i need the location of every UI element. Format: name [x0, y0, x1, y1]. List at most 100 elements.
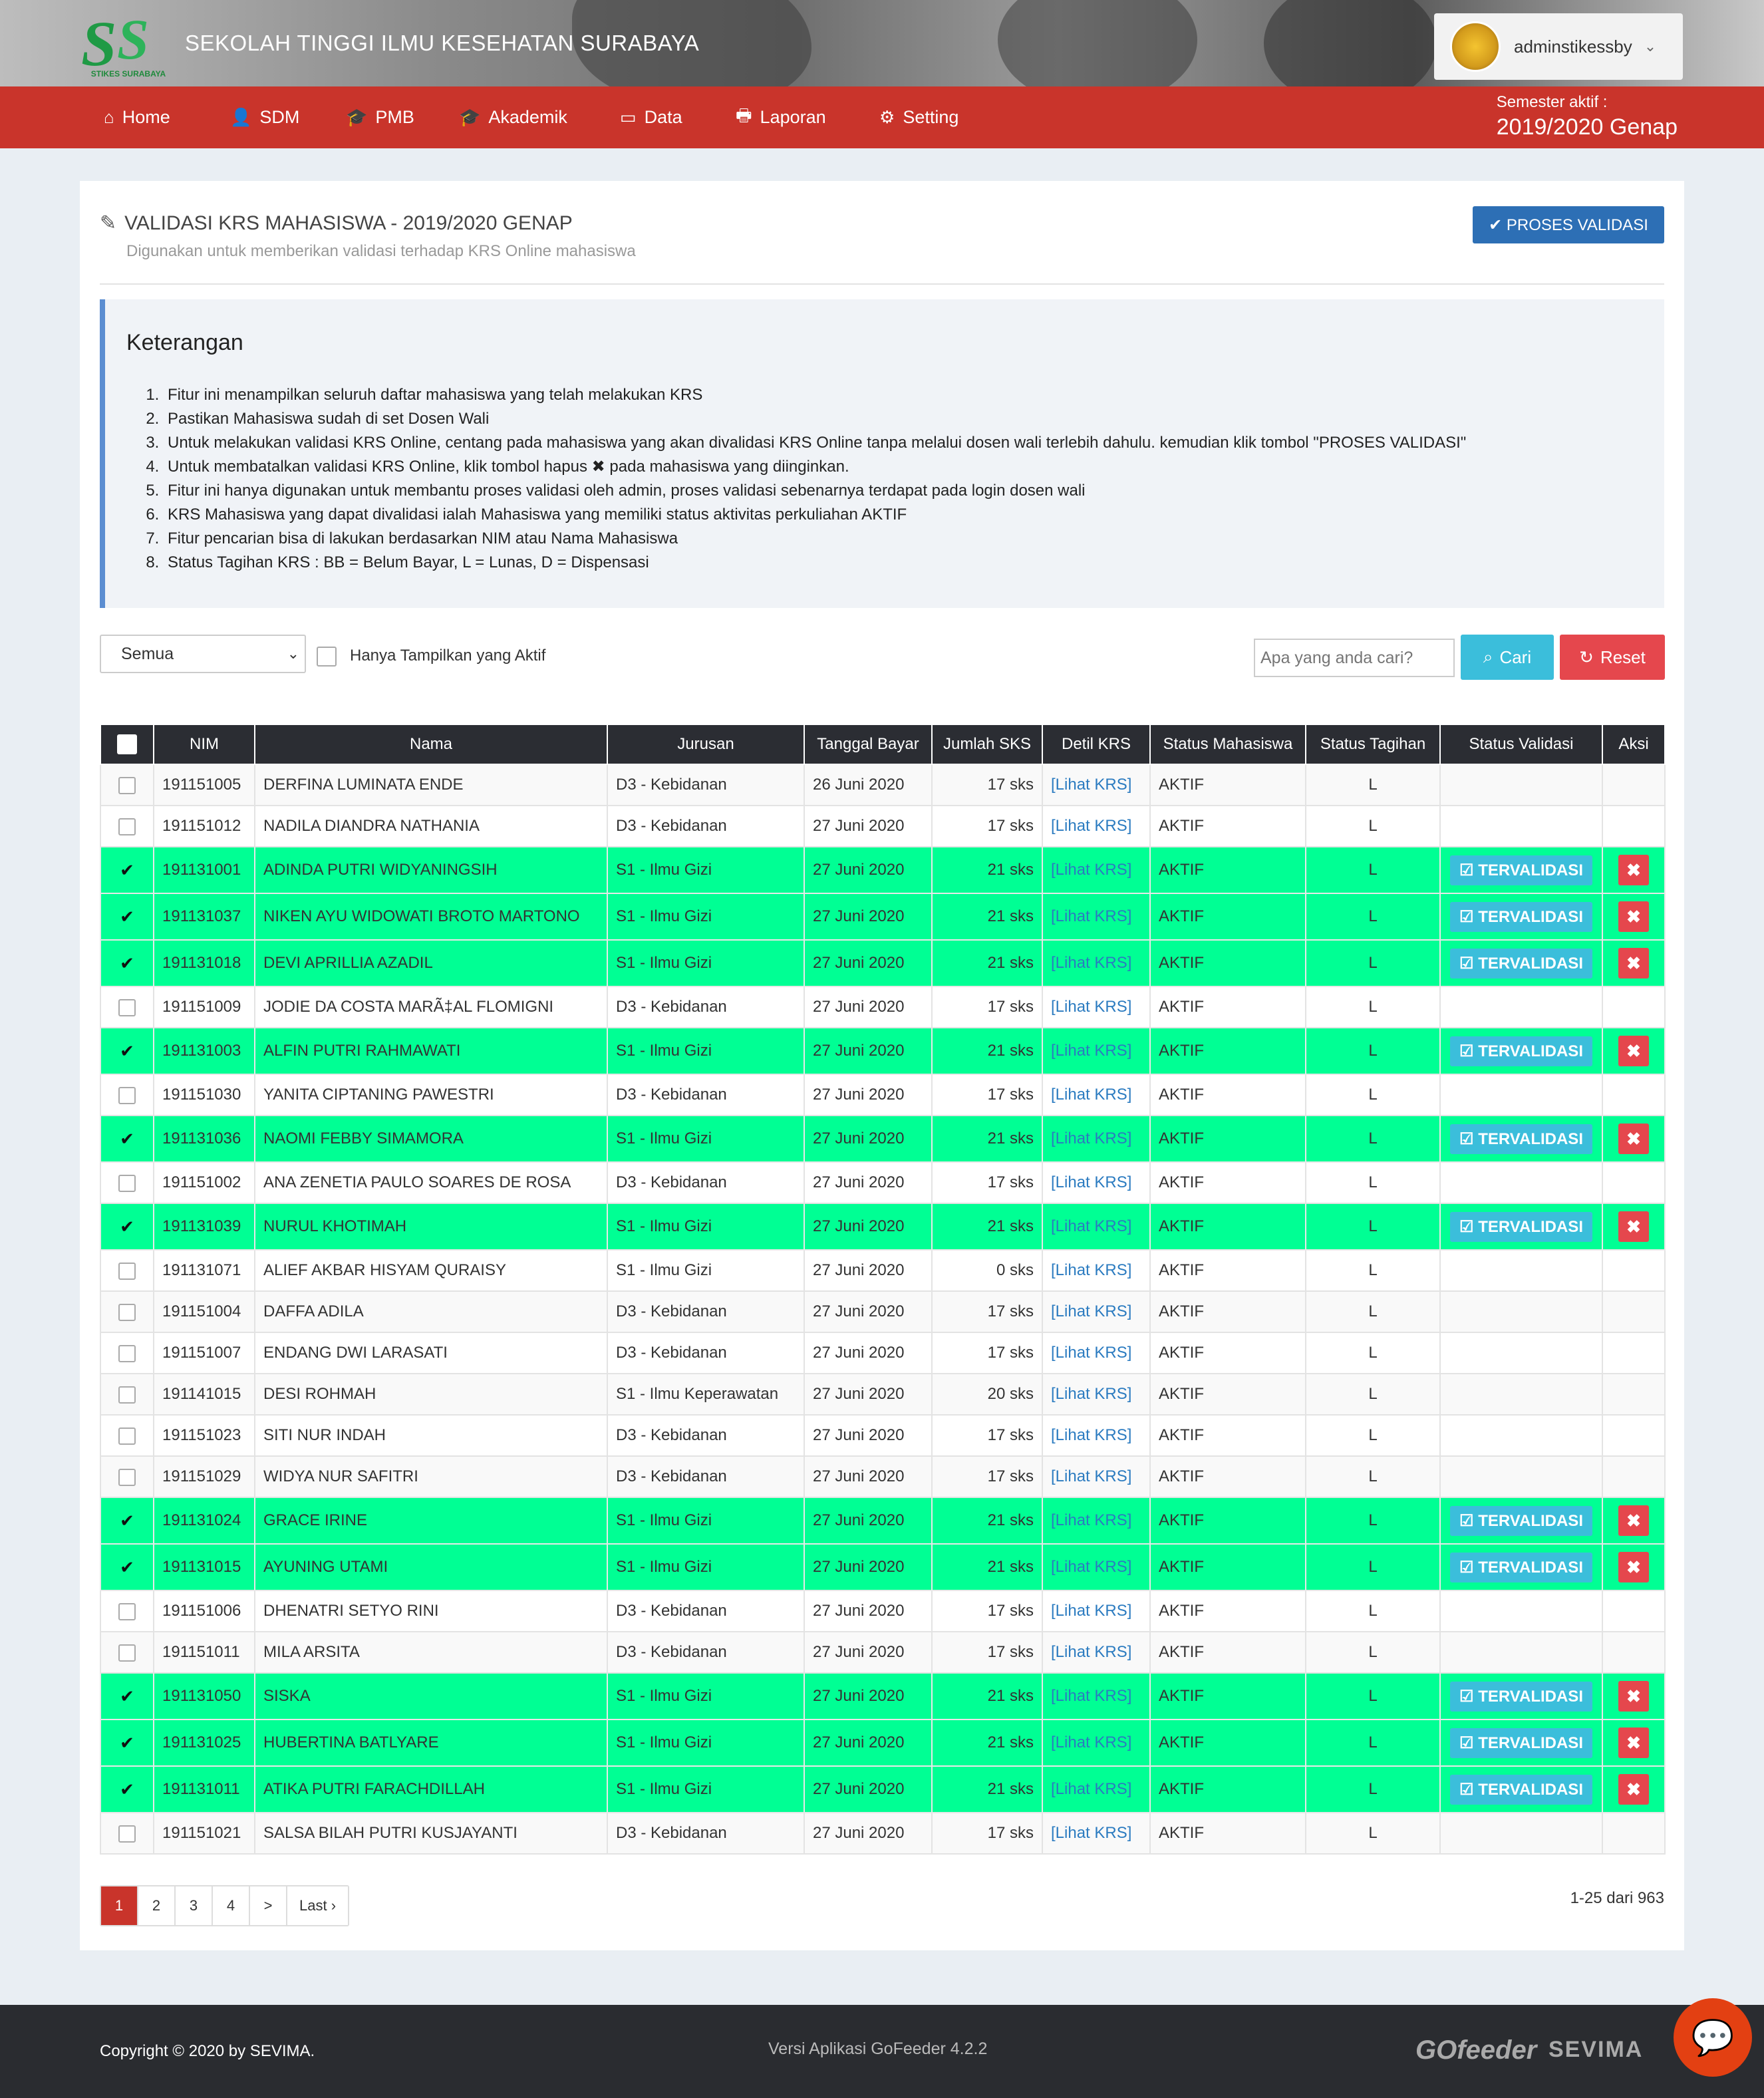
delete-button[interactable]: ✖ [1618, 1727, 1649, 1758]
row-checkbox[interactable] [118, 1344, 136, 1362]
row-select[interactable] [100, 1590, 154, 1632]
row-checkbox[interactable] [118, 998, 136, 1016]
check-icon: ✔ [120, 1040, 134, 1061]
lihat-krs-link[interactable]: [Lihat KRS] [1051, 861, 1131, 879]
delete-button[interactable]: ✖ [1618, 901, 1649, 932]
delete-button[interactable]: ✖ [1618, 1036, 1649, 1066]
delete-button[interactable]: ✖ [1618, 1681, 1649, 1712]
row-select[interactable] [100, 805, 154, 847]
row-checkbox[interactable] [118, 1386, 136, 1404]
cell-tagihan: L [1305, 1497, 1441, 1545]
row-select[interactable] [100, 1161, 154, 1204]
row-select[interactable] [100, 1249, 154, 1292]
row-select[interactable] [100, 1631, 154, 1674]
tervalidasi-label: TERVALIDASI [1478, 1687, 1583, 1706]
page-link-2[interactable]: 2 [138, 1886, 176, 1925]
user-menu[interactable]: adminstikessby ⌄ [1434, 13, 1683, 80]
nav-laporan[interactable]: 🖶 Laporan [736, 86, 826, 148]
row-select[interactable] [100, 1414, 154, 1457]
row-select[interactable] [100, 1074, 154, 1116]
lihat-krs-link[interactable]: [Lihat KRS] [1051, 1302, 1131, 1320]
delete-button[interactable]: ✖ [1618, 1505, 1649, 1536]
row-select[interactable] [100, 986, 154, 1028]
row-select[interactable] [100, 1373, 154, 1416]
lihat-krs-link[interactable]: [Lihat KRS] [1051, 1780, 1131, 1798]
lihat-krs-link[interactable]: [Lihat KRS] [1051, 1824, 1131, 1842]
chat-icon[interactable]: 💬 [1674, 1998, 1752, 2077]
lihat-krs-link[interactable]: [Lihat KRS] [1051, 1086, 1131, 1104]
page-link-3[interactable]: 3 [176, 1886, 213, 1925]
row-checkbox[interactable] [118, 1303, 136, 1321]
cell-tagihan: L [1305, 1719, 1441, 1767]
nav-setting[interactable]: ⚙ Setting [879, 86, 958, 148]
lihat-krs-link[interactable]: [Lihat KRS] [1051, 954, 1131, 972]
nav-label: SDM [259, 107, 300, 127]
lihat-krs-link[interactable]: [Lihat KRS] [1051, 998, 1131, 1016]
row-select[interactable] [100, 764, 154, 806]
lihat-krs-link[interactable]: [Lihat KRS] [1051, 1129, 1131, 1147]
page-link-1[interactable]: 1 [101, 1886, 138, 1925]
cell-nama: NIKEN AYU WIDOWATI BROTO MARTONO [254, 893, 608, 941]
lihat-krs-link[interactable]: [Lihat KRS] [1051, 1643, 1131, 1661]
nav-sdm[interactable]: 👤 SDM [230, 86, 299, 148]
lihat-krs-link[interactable]: [Lihat KRS] [1051, 1385, 1131, 1403]
nav-data[interactable]: ▭ Data [620, 86, 682, 148]
row-select[interactable] [100, 1455, 154, 1498]
row-checkbox[interactable] [118, 776, 136, 794]
nav-pmb[interactable]: 🎓 PMB [346, 86, 414, 148]
search-input[interactable] [1254, 639, 1455, 677]
delete-button[interactable]: ✖ [1618, 1124, 1649, 1154]
aktif-only-checkbox[interactable] [317, 647, 337, 667]
lihat-krs-link[interactable]: [Lihat KRS] [1051, 1042, 1131, 1060]
cell-validasi [1439, 1249, 1603, 1292]
delete-button[interactable]: ✖ [1618, 1774, 1649, 1805]
lihat-krs-link[interactable]: [Lihat KRS] [1051, 1558, 1131, 1576]
lihat-krs-link[interactable]: [Lihat KRS] [1051, 1602, 1131, 1620]
delete-button[interactable]: ✖ [1618, 1211, 1649, 1242]
delete-button[interactable]: ✖ [1618, 855, 1649, 885]
row-checkbox[interactable] [118, 1427, 136, 1445]
cell-validasi: ☑ TERVALIDASI [1439, 893, 1603, 941]
lihat-krs-link[interactable]: [Lihat KRS] [1051, 1733, 1131, 1751]
lihat-krs-link[interactable]: [Lihat KRS] [1051, 1511, 1131, 1529]
cell-aksi [1602, 805, 1666, 847]
row-checkbox[interactable] [118, 1602, 136, 1620]
cell-nim: 191151006 [153, 1590, 255, 1632]
cell-tanggal: 27 Juni 2020 [804, 1455, 933, 1498]
page-next[interactable]: > [250, 1886, 287, 1925]
lihat-krs-link[interactable]: [Lihat KRS] [1051, 1687, 1131, 1705]
row-checkbox[interactable] [118, 1825, 136, 1843]
cell-jurusan: S1 - Ilmu Gizi [607, 1765, 805, 1813]
row-checkbox[interactable] [118, 1468, 136, 1486]
row-checkbox[interactable] [118, 1262, 136, 1280]
lihat-krs-link[interactable]: [Lihat KRS] [1051, 1344, 1131, 1362]
page-link-4[interactable]: 4 [213, 1886, 250, 1925]
lihat-krs-link[interactable]: [Lihat KRS] [1051, 1261, 1131, 1279]
filter-select[interactable]: Semua ⌄ [100, 635, 306, 673]
cell-validasi: ☑ TERVALIDASI [1439, 1543, 1603, 1591]
nav-akademik[interactable]: 🎓 Akademik [459, 86, 567, 148]
row-select[interactable] [100, 1812, 154, 1855]
row-select[interactable] [100, 1332, 154, 1374]
row-checkbox[interactable] [118, 818, 136, 835]
lihat-krs-link[interactable]: [Lihat KRS] [1051, 1217, 1131, 1235]
stikes-logo[interactable]: S S [78, 12, 178, 78]
lihat-krs-link[interactable]: [Lihat KRS] [1051, 1426, 1131, 1444]
page-last[interactable]: Last › [287, 1886, 349, 1925]
cari-button[interactable]: ⌕ Cari [1461, 635, 1554, 680]
row-checkbox[interactable] [118, 1174, 136, 1192]
delete-button[interactable]: ✖ [1618, 948, 1649, 978]
row-checkbox[interactable] [118, 1086, 136, 1104]
reset-button[interactable]: ↻ Reset [1560, 635, 1665, 680]
proses-validasi-button[interactable]: ✔ PROSES VALIDASI [1473, 206, 1664, 243]
nav-home[interactable]: ⌂ Home [104, 86, 170, 148]
row-select[interactable] [100, 1290, 154, 1333]
lihat-krs-link[interactable]: [Lihat KRS] [1051, 1173, 1131, 1191]
delete-button[interactable]: ✖ [1618, 1552, 1649, 1582]
lihat-krs-link[interactable]: [Lihat KRS] [1051, 907, 1131, 925]
lihat-krs-link[interactable]: [Lihat KRS] [1051, 1467, 1131, 1485]
lihat-krs-link[interactable]: [Lihat KRS] [1051, 817, 1131, 835]
lihat-krs-link[interactable]: [Lihat KRS] [1051, 776, 1131, 794]
row-checkbox[interactable] [118, 1644, 136, 1662]
select-all-checkbox[interactable] [100, 724, 154, 765]
